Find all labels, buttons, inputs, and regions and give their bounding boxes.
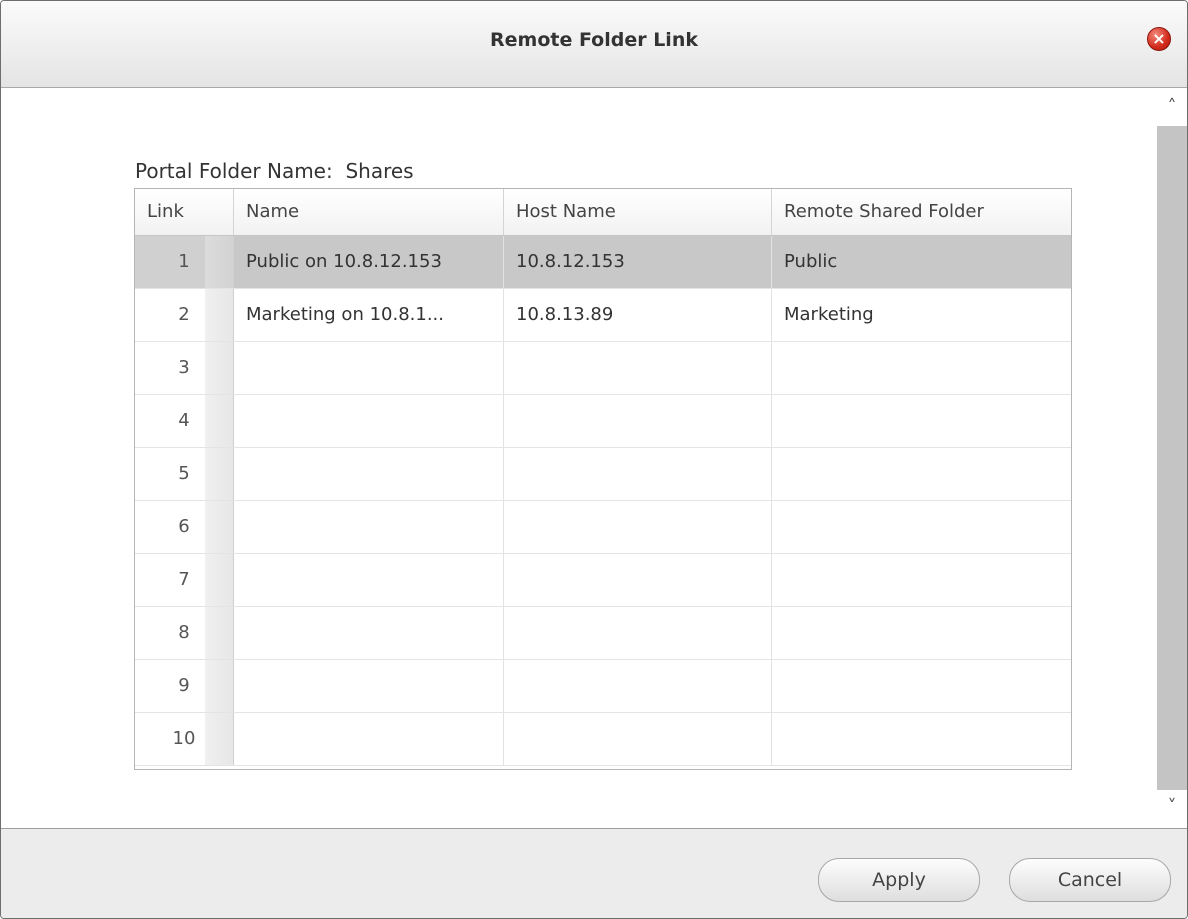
column-header-remote-shared-folder[interactable]: Remote Shared Folder xyxy=(772,189,1071,235)
row-link-cell: 3 xyxy=(135,342,234,394)
row-folder-cell xyxy=(772,607,1071,659)
column-header-host-name[interactable]: Host Name xyxy=(504,189,772,235)
row-link-cell: 2 xyxy=(135,289,234,341)
portal-folder-name: Portal Folder Name: Shares xyxy=(135,159,414,183)
table-row[interactable]: 2 Marketing on 10.8.1... 10.8.13.89 Marketi… xyxy=(135,289,1071,342)
row-host-cell xyxy=(504,448,772,500)
table-row[interactable]: 3 xyxy=(135,342,1071,395)
row-folder-cell xyxy=(772,660,1071,712)
table-row[interactable]: 1 Public on 10.8.12.153 10.8.12.153 Public xyxy=(135,236,1071,289)
cancel-button[interactable]: Cancel xyxy=(1009,858,1171,902)
row-link-cell: 4 xyxy=(135,395,234,447)
remote-folder-link-dialog: Remote Folder Link × ˄ ˅ Portal Folder N… xyxy=(0,0,1188,919)
vertical-scrollbar[interactable]: ˄ ˅ xyxy=(1157,88,1187,828)
row-link-cell: 1 xyxy=(135,236,234,288)
row-host-cell xyxy=(504,660,772,712)
row-host-cell: 10.8.12.153 xyxy=(504,236,772,288)
table-row[interactable]: 9 xyxy=(135,660,1071,713)
row-host-cell xyxy=(504,607,772,659)
row-link-cell: 6 xyxy=(135,501,234,553)
row-name-cell: Marketing on 10.8.1... xyxy=(234,289,504,341)
chevron-down-icon[interactable]: ˅ xyxy=(1157,792,1187,822)
row-name-cell: Public on 10.8.12.153 xyxy=(234,236,504,288)
table-row[interactable]: 7 xyxy=(135,554,1071,607)
row-folder-cell: Public xyxy=(784,251,838,272)
row-name-cell xyxy=(234,501,504,553)
table-header: Link Name Host Name Remote Shared Folder xyxy=(135,189,1071,236)
apply-button[interactable]: Apply xyxy=(818,858,980,902)
row-name-cell xyxy=(234,342,504,394)
column-header-link[interactable]: Link xyxy=(135,189,234,235)
row-folder-cell xyxy=(772,395,1071,447)
row-host-cell xyxy=(504,713,772,765)
title-bar[interactable]: Remote Folder Link × xyxy=(1,1,1187,88)
chevron-up-icon[interactable]: ˄ xyxy=(1157,92,1187,122)
row-name-cell xyxy=(234,554,504,606)
row-folder-cell xyxy=(772,448,1071,500)
row-name-cell xyxy=(234,660,504,712)
portal-folder-label: Portal Folder Name: xyxy=(135,159,333,183)
row-link-cell: 7 xyxy=(135,554,234,606)
row-host-cell xyxy=(504,554,772,606)
row-folder-cell xyxy=(772,713,1071,765)
dialog-title: Remote Folder Link xyxy=(490,29,698,51)
table-row[interactable]: 10 xyxy=(135,713,1071,766)
table-row[interactable]: 6 xyxy=(135,501,1071,554)
row-folder-cell xyxy=(772,501,1071,553)
dialog-footer: Apply Cancel xyxy=(1,828,1187,918)
portal-folder-value: Shares xyxy=(345,159,414,183)
table-row[interactable]: 8 xyxy=(135,607,1071,660)
row-name-cell xyxy=(234,713,504,765)
close-icon[interactable]: × xyxy=(1147,27,1171,51)
row-link-cell: 10 xyxy=(135,713,234,765)
table-row[interactable]: 4 xyxy=(135,395,1071,448)
row-folder-cell xyxy=(772,342,1071,394)
table-row[interactable]: 5 xyxy=(135,448,1071,501)
row-name-cell xyxy=(234,607,504,659)
row-host-cell xyxy=(504,342,772,394)
row-folder-cell: Marketing xyxy=(784,304,874,325)
remote-links-table: Link Name Host Name Remote Shared Folder… xyxy=(134,188,1072,770)
row-name-cell xyxy=(234,395,504,447)
row-link-cell: 5 xyxy=(135,448,234,500)
row-folder-cell xyxy=(772,554,1071,606)
column-header-name[interactable]: Name xyxy=(234,189,504,235)
row-host-cell xyxy=(504,501,772,553)
row-host-cell: 10.8.13.89 xyxy=(504,289,772,341)
row-host-cell xyxy=(504,395,772,447)
row-name-cell xyxy=(234,448,504,500)
row-link-cell: 9 xyxy=(135,660,234,712)
scrollbar-thumb[interactable] xyxy=(1157,126,1187,790)
row-link-cell: 8 xyxy=(135,607,234,659)
